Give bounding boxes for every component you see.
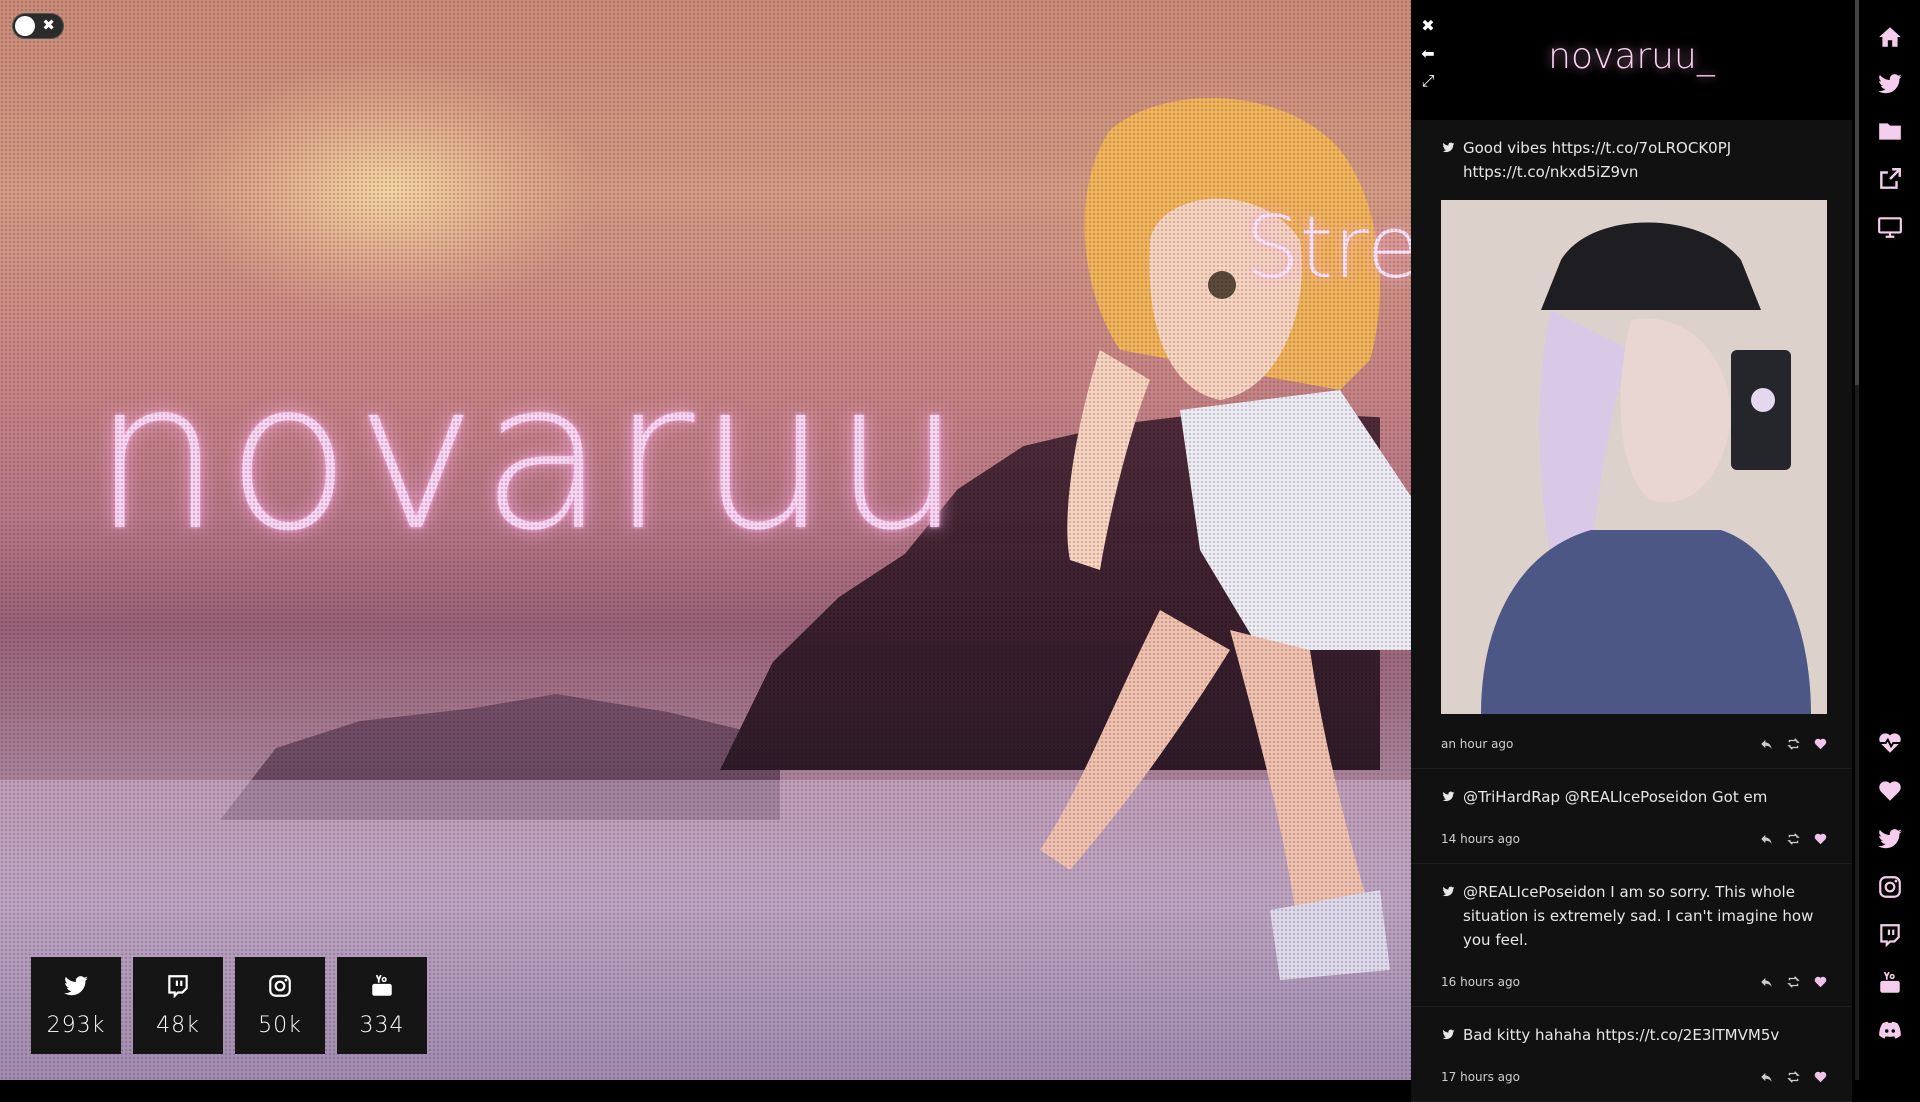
tweet-actions [1759,832,1828,846]
tweet-meta: 14 hours ago [1441,827,1828,851]
heartbeat-icon[interactable] [1877,730,1903,756]
heart-icon[interactable] [1877,778,1903,804]
tweet-actions [1759,975,1828,989]
home-icon[interactable] [1877,24,1903,50]
tweet-text: Bad kitty hahaha https://t.co/2E3lTMVM5v [1463,1026,1780,1044]
twitter-icon [64,976,88,996]
overlay-toggle[interactable]: ✖ [12,13,64,39]
twitter-feed-panel: ✖ ⬅ ⤢ novaruu_ Good vibes https://t.co/7… [1411,0,1852,1102]
tweet-item[interactable]: @REALIcePoseidon I am so sorry. This who… [1411,864,1852,1007]
stat-value: 48k [156,1013,200,1038]
like-icon[interactable] [1813,1070,1828,1084]
folder-icon[interactable] [1877,118,1903,144]
like-icon[interactable] [1813,832,1828,846]
tweet-text: @REALIcePoseidon I am so sorry. This who… [1463,883,1814,949]
reply-icon[interactable] [1759,832,1774,846]
retweet-icon[interactable] [1786,1070,1801,1084]
background-artwork: Strea novaruu ✖ 293k 48k 50k 334 [0,0,1411,1080]
panel-title: novaruu_ [1548,36,1715,77]
twitter-icon [1442,1029,1455,1040]
stream-overlay-text: Strea [1245,198,1411,298]
tweet-time: 17 hours ago [1441,1070,1520,1084]
stat-youtube[interactable]: 334 [337,957,427,1054]
retweet-icon[interactable] [1786,832,1801,846]
twitter-icon [1442,791,1455,802]
tweet-item[interactable]: Good vibes https://t.co/7oLROCK0PJ https… [1411,120,1852,769]
like-icon[interactable] [1813,975,1828,989]
tweet-text-wrap: @TriHardRap @REALIcePoseidon Got em [1441,785,1828,809]
toggle-knob [15,16,35,36]
twitter-icon [1442,886,1455,897]
tweet-text-wrap: Good vibes https://t.co/7oLROCK0PJ https… [1441,136,1828,184]
close-icon[interactable]: ✖ [1419,16,1437,35]
discord-icon[interactable] [1877,1018,1903,1044]
reply-icon[interactable] [1759,1070,1774,1084]
tweet-item[interactable]: Bad kitty hahaha https://t.co/2E3lTMVM5v… [1411,1007,1852,1102]
close-icon: ✖ [42,16,55,34]
retweet-icon[interactable] [1786,975,1801,989]
hero-name: novaruu [92,338,967,576]
twitch-icon [168,975,188,999]
instagram-icon[interactable] [1877,874,1903,900]
tweet-meta: an hour ago [1441,732,1828,756]
sun-glow [180,60,600,320]
tweet-meta: 16 hours ago [1441,970,1828,994]
tweet-actions [1759,1070,1828,1084]
tweet-meta: 17 hours ago [1441,1065,1828,1089]
twitter-icon [1442,142,1455,153]
social-stats: 293k 48k 50k 334 [31,957,427,1054]
monitor-icon[interactable] [1877,214,1903,240]
twitter-icon[interactable] [1877,826,1903,852]
tweet-time: an hour ago [1441,737,1514,751]
tweet-text-wrap: @REALIcePoseidon I am so sorry. This who… [1441,880,1828,952]
tweet-time: 14 hours ago [1441,832,1520,846]
tweet-text-wrap: Bad kitty hahaha https://t.co/2E3lTMVM5v [1441,1023,1828,1047]
stat-value: 293k [46,1013,106,1038]
reply-icon[interactable] [1759,737,1774,751]
tweet-photo[interactable] [1441,200,1827,714]
youtube-icon [372,974,392,996]
like-icon[interactable] [1813,737,1828,751]
tweet-text: @TriHardRap @REALIcePoseidon Got em [1463,788,1768,806]
retweet-icon[interactable] [1786,737,1801,751]
instagram-icon [269,975,291,997]
tweet-time: 16 hours ago [1441,975,1520,989]
reply-icon[interactable] [1759,975,1774,989]
tweet-feed: Good vibes https://t.co/7oLROCK0PJ https… [1411,120,1852,1102]
stat-instagram[interactable]: 50k [235,957,325,1054]
stat-twitch[interactable]: 48k [133,957,223,1054]
right-nav-rail [1859,0,1920,1080]
stat-value: 334 [359,1013,405,1038]
selfie-photo [1441,200,1827,714]
stat-twitter[interactable]: 293k [31,957,121,1054]
tweet-actions [1759,737,1828,751]
youtube-icon[interactable] [1877,970,1903,996]
twitch-icon[interactable] [1877,922,1903,948]
tweet-text: Good vibes https://t.co/7oLROCK0PJ https… [1463,139,1732,181]
external-link-icon[interactable] [1877,166,1903,192]
tweet-item[interactable]: @TriHardRap @REALIcePoseidon Got em 14 h… [1411,769,1852,864]
twitter-icon[interactable] [1877,71,1903,97]
stat-value: 50k [258,1013,302,1038]
